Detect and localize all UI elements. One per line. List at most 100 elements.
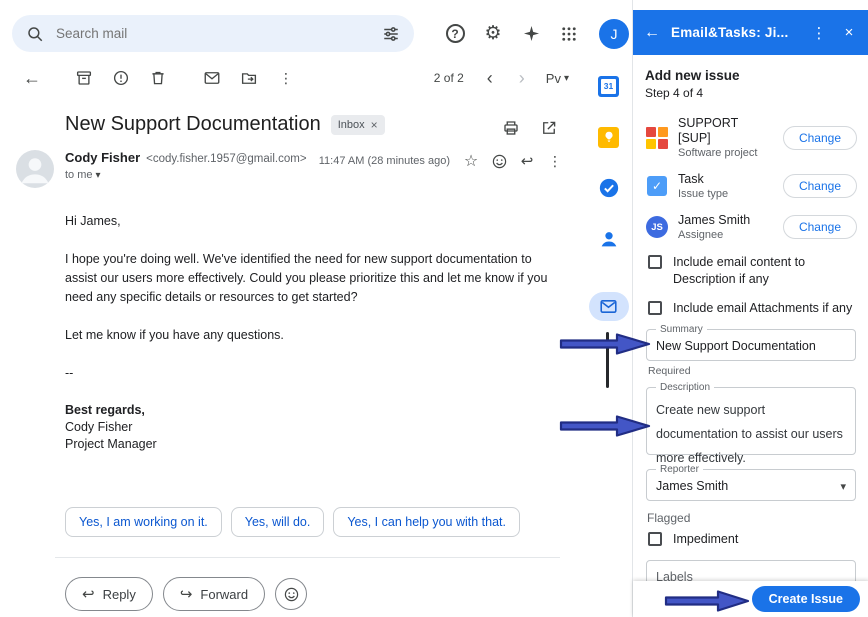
trash-icon <box>149 69 167 87</box>
addon-close-button[interactable]: × <box>839 24 859 41</box>
email-subject: New Support Documentation <box>65 113 321 136</box>
sender-row: Cody Fisher <cody.fisher.1957@gmail.com>… <box>16 150 568 188</box>
addon-panel: ← Email&Tasks: Ji... ⋮ × Add new issue S… <box>632 0 868 617</box>
addon-title: Email&Tasks: Ji... <box>671 25 799 40</box>
account-avatar[interactable]: J <box>599 19 629 49</box>
gmail-app: ? ⚙ J ← ⋮ 2 of 2 ‹ › Pv▾ New Support Doc… <box>0 0 868 617</box>
toolbar-group-2: ⋮ <box>196 62 302 94</box>
include-attachments-row: Include email Attachments if any <box>645 300 857 317</box>
more-actions-button[interactable]: ⋮ <box>270 62 302 94</box>
older-email-button[interactable]: › <box>510 64 534 92</box>
change-project-button[interactable]: Change <box>783 126 857 150</box>
emoji-reaction-button[interactable] <box>486 148 512 174</box>
inbox-label-chip[interactable]: Inbox × <box>331 115 385 135</box>
help-button[interactable]: ? <box>437 16 473 52</box>
search-bar[interactable] <box>12 15 414 52</box>
calendar-app-button[interactable]: 31 <box>589 66 629 106</box>
smart-reply-2[interactable]: Yes, will do. <box>231 507 325 537</box>
search-icon[interactable] <box>26 25 44 43</box>
add-emoji-button[interactable] <box>275 578 307 610</box>
report-spam-icon <box>112 69 130 87</box>
addon-envelope-icon <box>599 297 618 316</box>
search-input[interactable] <box>56 26 370 41</box>
impediment-checkbox[interactable] <box>648 532 662 546</box>
print-button[interactable] <box>498 115 524 141</box>
input-tools-label: Pv <box>546 71 561 86</box>
description-label: Description <box>656 381 714 394</box>
task-type-icon: ✓ <box>647 176 667 196</box>
archive-icon <box>75 69 93 87</box>
chevron-down-icon[interactable]: ▾ <box>840 480 846 493</box>
to-line: to me <box>65 169 93 181</box>
body-paragraph-2: Let me know if you have any questions. <box>65 326 557 345</box>
issue-type-name: Task <box>678 172 774 187</box>
reply-arrow-icon: ↩ <box>82 585 95 603</box>
labels-field[interactable]: Labels <box>646 560 856 581</box>
tasks-icon <box>598 177 620 199</box>
forward-label: Forward <box>200 587 248 602</box>
search-options-icon[interactable] <box>382 25 400 43</box>
include-attachments-checkbox[interactable] <box>648 301 662 315</box>
change-issue-type-button[interactable]: Change <box>783 174 857 198</box>
settings-button[interactable]: ⚙ <box>475 16 511 52</box>
reply-actions: ↩ Reply ↪ Forward <box>65 577 307 611</box>
contacts-app-button[interactable] <box>589 219 629 259</box>
reporter-field[interactable]: Reporter James Smith ▾ <box>646 469 856 501</box>
smart-reply-1[interactable]: Yes, I am working on it. <box>65 507 222 537</box>
project-subtitle: Software project <box>678 147 774 159</box>
description-field[interactable]: Description Create new support documenta… <box>646 387 856 455</box>
assignee-name: James Smith <box>678 213 774 228</box>
reply-icon-button[interactable]: ↩ <box>514 148 540 174</box>
apps-button[interactable] <box>551 16 587 52</box>
star-button[interactable]: ☆ <box>458 148 484 174</box>
change-assignee-button[interactable]: Change <box>783 215 857 239</box>
open-in-new-icon <box>540 119 558 137</box>
mark-unread-button[interactable] <box>196 62 228 94</box>
labels-placeholder[interactable]: Labels <box>647 561 855 581</box>
input-tools-dropdown[interactable]: Pv▾ <box>546 71 569 86</box>
recipient-details-toggle[interactable]: to me ▾ <box>65 169 101 181</box>
keep-app-button[interactable] <box>589 117 629 157</box>
annotation-arrow-description <box>559 413 651 439</box>
create-issue-button[interactable]: Create Issue <box>752 586 860 612</box>
newer-email-button[interactable]: ‹ <box>478 64 502 92</box>
chevron-down-icon: ▾ <box>96 170 101 181</box>
reporter-label: Reporter <box>656 463 703 476</box>
summary-field[interactable]: Summary New Support Documentation <box>646 329 856 361</box>
sender-meta: 11:47 AM (28 minutes ago) ☆ ↩ ⋮ <box>319 148 568 174</box>
issue-type-subtitle: Issue type <box>678 188 774 200</box>
addon-step: Step 4 of 4 <box>645 86 857 100</box>
person-icon <box>16 150 54 188</box>
reply-button[interactable]: ↩ Reply <box>65 577 153 611</box>
smart-reply-3[interactable]: Yes, I can help you with that. <box>333 507 520 537</box>
jira-addon-button[interactable] <box>589 292 629 321</box>
smiley-icon <box>283 586 300 603</box>
help-icon: ? <box>446 24 465 43</box>
open-in-new-button[interactable] <box>536 115 562 141</box>
project-row: SUPPORT [SUP] Software project Change <box>645 116 857 159</box>
message-more-button[interactable]: ⋮ <box>542 148 568 174</box>
remove-label-icon[interactable]: × <box>371 118 378 132</box>
project-name: SUPPORT [SUP] <box>678 116 774 146</box>
sender-avatar[interactable] <box>16 150 54 188</box>
back-button[interactable]: ← <box>16 62 48 94</box>
include-attachments-label: Include email Attachments if any <box>673 300 852 317</box>
move-to-button[interactable] <box>233 62 265 94</box>
include-content-row: Include email content to Description if … <box>645 254 857 288</box>
addon-back-button[interactable]: ← <box>643 24 661 42</box>
reporter-value: James Smith <box>656 479 728 493</box>
email-timestamp: 11:47 AM (28 minutes ago) <box>319 155 450 167</box>
impediment-row: Impediment <box>645 531 857 548</box>
gemini-button[interactable] <box>513 16 549 52</box>
include-content-checkbox[interactable] <box>648 255 662 269</box>
archive-button[interactable] <box>68 62 100 94</box>
delete-button[interactable] <box>142 62 174 94</box>
addon-menu-button[interactable]: ⋮ <box>809 24 829 42</box>
print-icon <box>502 119 520 137</box>
report-spam-button[interactable] <box>105 62 137 94</box>
forward-button[interactable]: ↪ Forward <box>163 577 265 611</box>
summary-label: Summary <box>656 323 707 336</box>
tasks-app-button[interactable] <box>589 168 629 208</box>
addon-header: ← Email&Tasks: Ji... ⋮ × <box>633 10 868 55</box>
assignee-avatar: JS <box>646 216 668 238</box>
